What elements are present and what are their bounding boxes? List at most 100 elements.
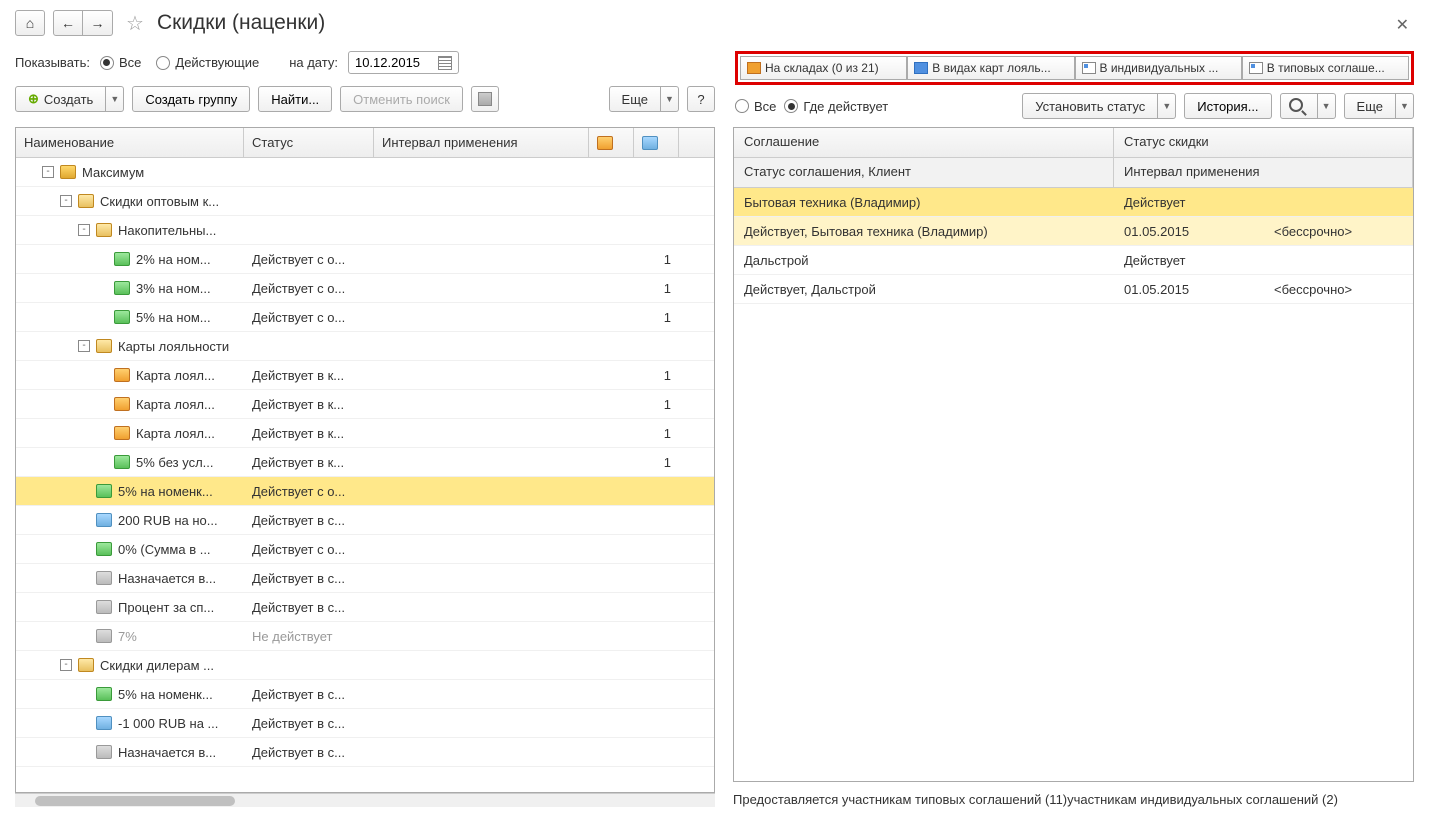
ruble-icon xyxy=(96,716,112,730)
set-status-button[interactable]: Установить статус▼ xyxy=(1022,93,1176,119)
expand-icon[interactable]: - xyxy=(78,340,90,352)
tab-loyalty[interactable]: В видах карт лояль... xyxy=(907,56,1074,80)
table-row[interactable]: 0% (Сумма в ...Действует с о... xyxy=(16,535,714,564)
misc-icon xyxy=(96,745,112,759)
disc-icon xyxy=(114,455,130,469)
table-row[interactable]: 7%Не действует xyxy=(16,622,714,651)
help-button[interactable]: ? xyxy=(687,86,715,112)
expand-icon[interactable]: - xyxy=(78,224,90,236)
calendar-icon[interactable] xyxy=(438,56,452,70)
tab-typical[interactable]: В типовых соглаше... xyxy=(1242,56,1409,80)
folder-o-icon xyxy=(78,658,94,672)
create-group-button[interactable]: Создать группу xyxy=(132,86,250,112)
table-row[interactable]: Карта лоял...Действует в к...1 xyxy=(16,361,714,390)
search-icon xyxy=(1289,98,1309,115)
card-icon xyxy=(114,397,130,411)
more-button-right[interactable]: Еще▼ xyxy=(1344,93,1414,119)
disc-icon xyxy=(114,281,130,295)
back-button[interactable]: ← xyxy=(53,10,83,36)
card-icon xyxy=(114,426,130,440)
misc-icon xyxy=(96,571,112,585)
expand-icon[interactable]: - xyxy=(42,166,54,178)
tab-individual[interactable]: В индивидуальных ... xyxy=(1075,56,1242,80)
col-agreement[interactable]: Соглашение xyxy=(734,128,1114,157)
right-table[interactable]: Соглашение Статус скидки Статус соглашен… xyxy=(733,127,1414,782)
folder-icon xyxy=(60,165,76,179)
folder-o-icon xyxy=(96,223,112,237)
col-interval-right[interactable]: Интервал применения xyxy=(1114,158,1413,187)
create-button[interactable]: ⊕Создать ▼ xyxy=(15,86,124,112)
table-row[interactable]: Карта лоял...Действует в к...1 xyxy=(16,419,714,448)
col-agreement-status[interactable]: Статус соглашения, Клиент xyxy=(734,158,1114,187)
radio-where[interactable]: Где действует xyxy=(784,99,888,114)
close-icon[interactable]: ✕ xyxy=(1396,15,1409,35)
ruble-icon xyxy=(96,513,112,527)
date-label: на дату: xyxy=(289,55,338,70)
table-row[interactable]: 5% на номенк...Действует в с... xyxy=(16,680,714,709)
table-row[interactable]: 5% без усл...Действует в к...1 xyxy=(16,448,714,477)
forward-button[interactable]: → xyxy=(83,10,113,36)
table-row[interactable]: 5% на ном...Действует с о...1 xyxy=(16,303,714,332)
table-row[interactable]: 2% на ном...Действует с о...1 xyxy=(16,245,714,274)
disc-icon xyxy=(114,310,130,324)
tabs-highlighted: На складах (0 из 21) В видах карт лояль.… xyxy=(735,51,1414,85)
col-status[interactable]: Статус xyxy=(244,128,374,157)
col-interval[interactable]: Интервал применения xyxy=(374,128,589,157)
left-table[interactable]: Наименование Статус Интервал применения … xyxy=(15,127,715,793)
radio-all-right[interactable]: Все xyxy=(735,99,776,114)
table-row[interactable]: -Максимум xyxy=(16,158,714,187)
table-row[interactable]: Назначается в...Действует в с... xyxy=(16,564,714,593)
table-row[interactable]: 3% на ном...Действует с о...1 xyxy=(16,274,714,303)
folder-o-icon xyxy=(78,194,94,208)
search-split[interactable]: ▼ xyxy=(1280,93,1336,119)
table-row[interactable]: 200 RUB на но...Действует в с... xyxy=(16,506,714,535)
table-row[interactable]: ДальстройДействует xyxy=(734,246,1413,275)
misc-icon xyxy=(96,629,112,643)
radio-all[interactable]: Все xyxy=(100,55,141,70)
radio-active[interactable]: Действующие xyxy=(156,55,259,70)
table-row[interactable]: -Скидки оптовым к... xyxy=(16,187,714,216)
expand-icon[interactable]: - xyxy=(60,659,72,671)
table-row[interactable]: Карта лоял...Действует в к...1 xyxy=(16,390,714,419)
table-row[interactable]: Назначается в...Действует в с... xyxy=(16,738,714,767)
folder-o-icon xyxy=(96,339,112,353)
history-button[interactable]: История... xyxy=(1184,93,1271,119)
cancel-search-button: Отменить поиск xyxy=(340,86,463,112)
doc-icon xyxy=(1082,62,1096,74)
table-row[interactable]: Процент за сп...Действует в с... xyxy=(16,593,714,622)
doc-icon xyxy=(1249,62,1263,74)
table-row[interactable]: Действует, Бытовая техника (Владимир)01.… xyxy=(734,217,1413,246)
disc-icon xyxy=(96,542,112,556)
table-row[interactable]: -Накопительны... xyxy=(16,216,714,245)
create-dropdown[interactable]: ▼ xyxy=(106,86,124,112)
favorite-icon[interactable]: ☆ xyxy=(126,11,144,36)
loyalty-icon xyxy=(914,62,928,74)
col-icon1[interactable] xyxy=(589,128,634,157)
card-icon xyxy=(114,368,130,382)
table-row[interactable]: Действует, Дальстрой01.05.2015<бессрочно… xyxy=(734,275,1413,304)
more-button-left[interactable]: Еще▼ xyxy=(609,86,679,112)
page-title: Скидки (наценки) xyxy=(157,11,325,35)
warehouse-icon xyxy=(747,62,761,74)
list-icon-button[interactable] xyxy=(471,86,499,112)
tab-warehouses[interactable]: На складах (0 из 21) xyxy=(740,56,907,80)
disc-icon xyxy=(114,252,130,266)
disc-icon xyxy=(96,687,112,701)
table-row[interactable]: 5% на номенк...Действует с о... xyxy=(16,477,714,506)
table-row[interactable]: -1 000 RUB на ...Действует в с... xyxy=(16,709,714,738)
col-discount-status[interactable]: Статус скидки xyxy=(1114,128,1413,157)
expand-icon[interactable]: - xyxy=(60,195,72,207)
col-name[interactable]: Наименование xyxy=(16,128,244,157)
table-row[interactable]: -Скидки дилерам ... xyxy=(16,651,714,680)
h-scrollbar[interactable] xyxy=(15,793,715,807)
footer-text: Предоставляется участникам типовых согла… xyxy=(733,792,1414,807)
misc-icon xyxy=(96,600,112,614)
table-row[interactable]: Бытовая техника (Владимир)Действует xyxy=(734,188,1413,217)
find-button[interactable]: Найти... xyxy=(258,86,332,112)
show-label: Показывать: xyxy=(15,55,90,70)
home-button[interactable]: ⌂ xyxy=(15,10,45,36)
col-icon2[interactable] xyxy=(634,128,679,157)
date-input[interactable] xyxy=(348,51,459,74)
table-row[interactable]: -Карты лояльности xyxy=(16,332,714,361)
plus-icon: ⊕ xyxy=(28,91,39,107)
